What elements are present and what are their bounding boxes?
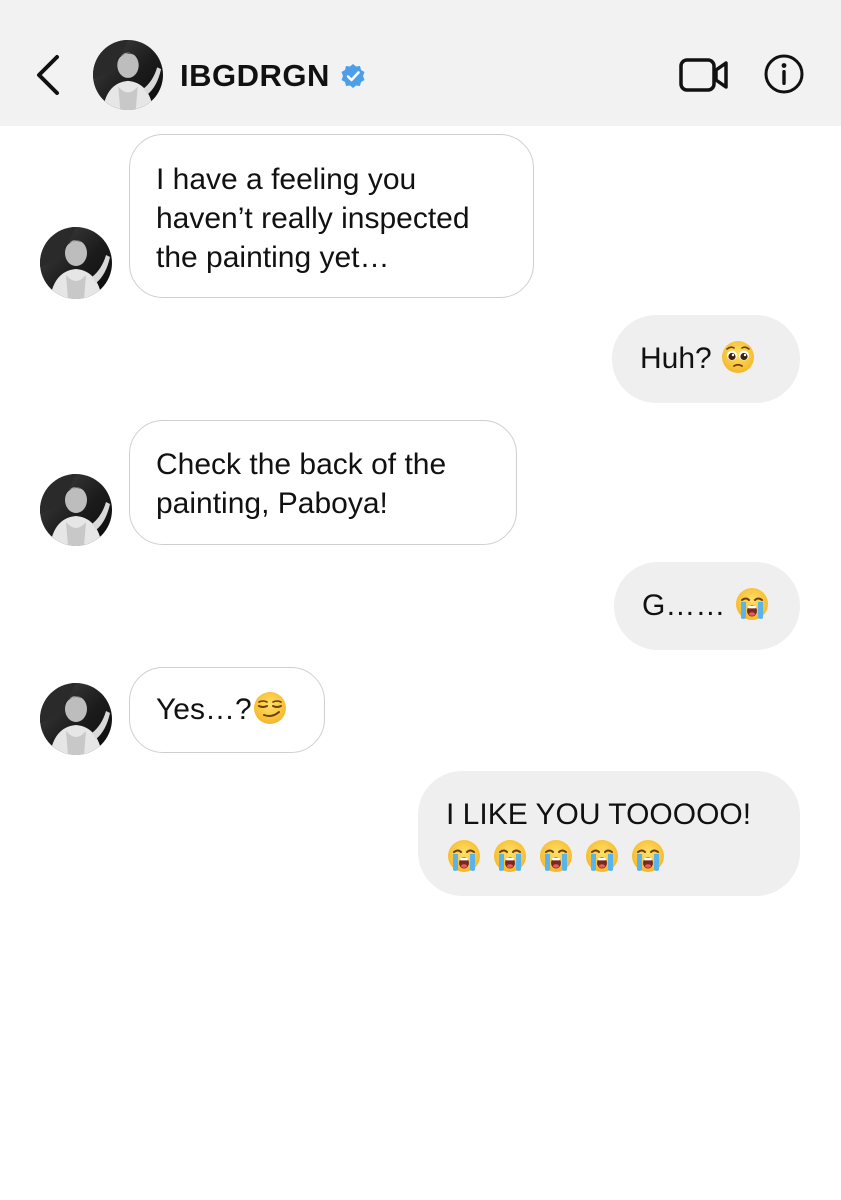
video-camera-icon [679, 58, 728, 92]
incoming-message-bubble[interactable]: Yes…? [129, 667, 325, 753]
pleading-face-emoji [720, 339, 756, 375]
verified-badge-icon [340, 63, 366, 89]
outgoing-message-bubble[interactable]: I LIKE YOU TOOOOO! [418, 771, 800, 896]
info-button[interactable] [763, 53, 805, 95]
incoming-message-bubble[interactable]: I have a feeling you haven’t really insp… [129, 134, 534, 298]
message-text-line: haven’t really inspected [156, 202, 470, 235]
loudly-crying-face-emoji [492, 838, 528, 874]
sender-avatar[interactable] [40, 227, 112, 299]
outgoing-message-bubble[interactable]: G…… [614, 562, 800, 650]
message-text: G…… [642, 589, 734, 622]
incoming-message-bubble[interactable]: Check the back of the painting, Paboya! [129, 420, 517, 545]
smirking-face-emoji [252, 690, 288, 726]
loudly-crying-face-emoji [630, 838, 666, 874]
header-avatar[interactable] [93, 40, 163, 110]
video-call-button[interactable] [678, 54, 730, 96]
emoji-row [446, 838, 772, 877]
loudly-crying-face-emoji [538, 838, 574, 874]
message-text-line: Check the back of the [156, 448, 447, 481]
loudly-crying-face-emoji [446, 838, 482, 874]
message-text-line: I LIKE YOU TOOOOO! [446, 798, 752, 831]
outgoing-message-bubble[interactable]: Huh? [612, 315, 800, 403]
loudly-crying-face-emoji [584, 838, 620, 874]
chevron-left-icon [37, 55, 59, 95]
sender-avatar[interactable] [40, 474, 112, 546]
message-text-line: painting, Paboya! [156, 487, 388, 520]
loudly-crying-face-emoji [734, 586, 770, 622]
message-text: Huh? [640, 342, 721, 375]
message-text: Yes…? [156, 693, 252, 726]
chat-header: IBGDRGN [0, 0, 841, 126]
username: IBGDRGN [180, 58, 330, 93]
message-text-line: I have a feeling you [156, 163, 417, 196]
message-text-line: the painting yet… [156, 241, 390, 274]
back-button[interactable] [28, 50, 68, 100]
chat-title[interactable]: IBGDRGN [180, 56, 366, 96]
sender-avatar[interactable] [40, 683, 112, 755]
info-icon [764, 54, 804, 94]
